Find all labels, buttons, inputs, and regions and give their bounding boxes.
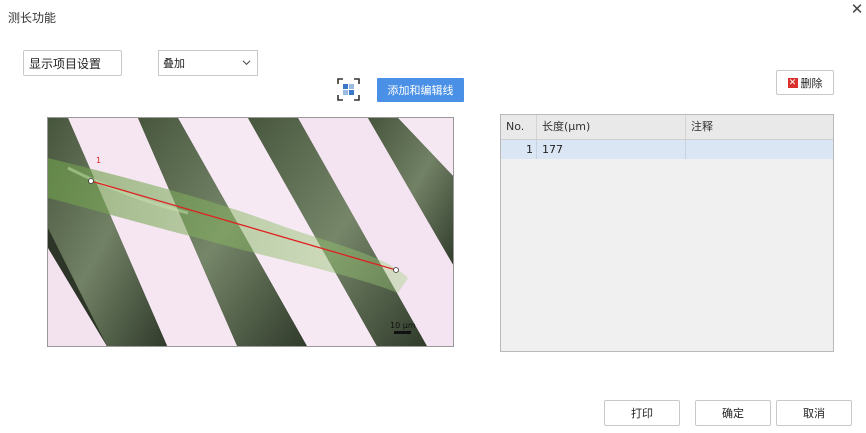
- delete-button[interactable]: ✕ 删除: [776, 70, 834, 95]
- overlay-mode-value: 叠加: [163, 57, 185, 70]
- column-header-no[interactable]: No.: [501, 115, 537, 139]
- table-header: No. 长度(μm) 注释: [501, 115, 833, 140]
- row-note-cell[interactable]: [686, 140, 833, 159]
- column-header-length[interactable]: 长度(μm): [537, 115, 686, 139]
- ok-button[interactable]: 确定: [695, 400, 771, 426]
- add-edit-line-button[interactable]: 添加和编辑线: [377, 78, 464, 102]
- print-button[interactable]: 打印: [604, 400, 680, 426]
- fit-view-icon[interactable]: [336, 77, 361, 102]
- scale-bar: [394, 331, 411, 334]
- row-no-cell: 1: [501, 140, 537, 159]
- measurement-end-handle[interactable]: [393, 267, 399, 273]
- window-title: 测长功能: [8, 11, 57, 25]
- measurement-table: No. 长度(μm) 注释 1 177: [500, 114, 834, 352]
- row-length-cell[interactable]: 177: [537, 140, 686, 159]
- column-header-note[interactable]: 注释: [686, 115, 833, 139]
- cancel-button[interactable]: 取消: [776, 400, 852, 426]
- delete-icon: ✕: [787, 77, 798, 88]
- scale-bar-label: 10 μm: [390, 321, 416, 330]
- chevron-down-icon: [242, 60, 251, 66]
- close-icon[interactable]: ✕: [850, 2, 864, 17]
- display-settings-button[interactable]: 显示项目设置: [23, 50, 122, 76]
- delete-button-label: 删除: [800, 76, 823, 90]
- micrograph-image: 1 10 μm: [48, 118, 453, 346]
- micrograph-view[interactable]: 1 10 μm: [47, 117, 454, 347]
- overlay-mode-dropdown[interactable]: 叠加: [158, 50, 258, 76]
- table-row[interactable]: 1 177: [501, 140, 833, 159]
- measurement-start-handle[interactable]: [88, 178, 94, 184]
- measurement-line-label: 1: [96, 156, 101, 165]
